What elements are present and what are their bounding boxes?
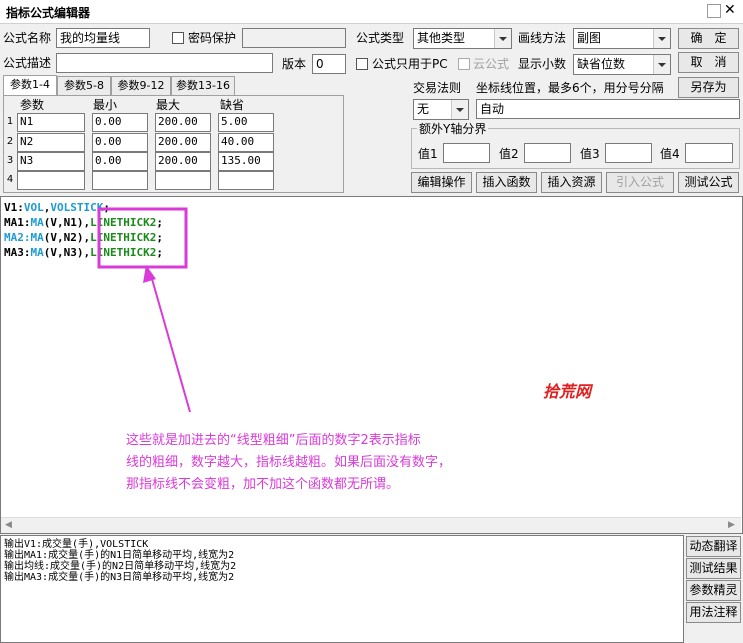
annotation-arrow-line [149,271,191,413]
scroll-right-icon[interactable]: ▶ [728,520,735,530]
dynamic-translate-button[interactable]: 动态翻译 [686,536,741,557]
annotation-text: 这些就是加进去的“线型粗细”后面的数字2表示指标 线的粗细，数字越大，指标线越粗… [126,430,506,496]
highlight-box [97,207,188,269]
usage-notes-button[interactable]: 用法注释 [686,602,741,623]
output-line: 输出MA1:成交量(手)的N1日简单移动平均,线宽为2 [4,550,235,561]
annotation-line: 线的粗细，数字越大，指标线越粗。如果后面没有数字， [126,455,452,470]
editor-horizontal-scrollbar[interactable]: ◀ ▶ [1,517,741,533]
watermark: 拾荒网 [543,382,592,401]
test-result-button[interactable]: 测试结果 [686,558,741,579]
output-line: 输出MA3:成交量(手)的N3日简单移动平均,线宽为2 [4,572,235,583]
annotation-line: 那指标线不会变粗，加不加这个函数都无所谓。 [126,477,400,492]
output-line: 输出均线:成交量(手)的N2日简单移动平均,线宽为2 [4,561,237,572]
output-line: 输出V1:成交量(手),VOLSTICK [4,539,149,550]
annotation-line: 这些就是加进去的“线型粗细”后面的数字2表示指标 [126,433,421,448]
scroll-left-icon[interactable]: ◀ [5,520,12,530]
output-pane: 输出V1:成交量(手),VOLSTICK 输出MA1:成交量(手)的N1日简单移… [0,535,684,643]
param-wizard-button[interactable]: 参数精灵 [686,580,741,601]
